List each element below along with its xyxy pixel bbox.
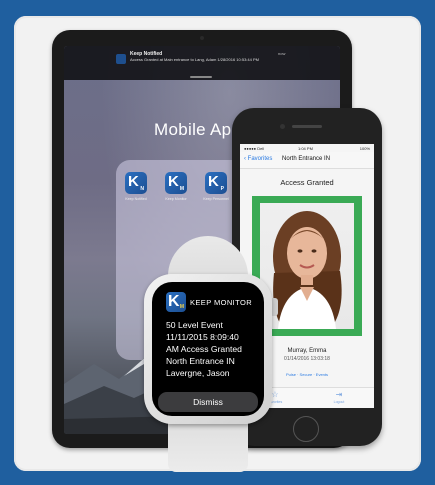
app-label: Keep Notified (125, 197, 147, 201)
notification-time: now (278, 51, 286, 56)
carrier-signal: ●●●●● Dell (244, 146, 265, 151)
watch-screen: KM KEEP MONITOR 50 Level Event 11/11/201… (152, 282, 264, 416)
logout-icon: ⇥ (335, 390, 343, 399)
app-label: Keep Personnel (203, 197, 229, 201)
dismiss-button[interactable]: Dismiss (158, 392, 258, 412)
notification-body: Access Granted at Main entrance to Lang,… (130, 57, 259, 62)
navigation-bar: ‹ Favorites North Entrance IN (240, 152, 374, 169)
tab-label: Logout (333, 400, 345, 404)
watch-message-line: AM Access Granted (166, 344, 242, 354)
keep-notified-icon: KN (125, 172, 147, 194)
watch-message-line: 11/11/2015 8:09:40 (166, 332, 239, 342)
status-time: 1:04 PM (298, 146, 313, 151)
app-keep-notified[interactable]: KN Keep Notified (122, 172, 150, 201)
app-notification-icon (116, 54, 126, 64)
back-button[interactable]: ‹ Favorites (244, 156, 272, 162)
home-button[interactable] (293, 416, 319, 442)
keep-monitor-icon: KM (166, 292, 186, 312)
watch-message-line: 50 Level Event (166, 320, 223, 330)
access-status: Access Granted (280, 178, 334, 187)
notification-handle[interactable] (190, 76, 212, 78)
app-keep-personnel[interactable]: KP Keep Personnel (202, 172, 230, 201)
watch-message-line: North Entrance IN (166, 356, 235, 366)
notification-banner[interactable]: Keep Notified now Access Granted at Main… (64, 46, 340, 80)
nav-title: North Entrance IN (282, 156, 331, 162)
camera-icon (200, 36, 204, 40)
app-keep-monitor[interactable]: KM Keep Monitor (162, 172, 190, 201)
keep-personnel-icon: KP (205, 172, 227, 194)
status-bar: ●●●●● Dell 1:04 PM 100% (240, 144, 374, 152)
speaker-grille (292, 125, 322, 128)
camera-icon (280, 124, 285, 129)
battery-level: 100% (359, 146, 370, 151)
watch-device: KM KEEP MONITOR 50 Level Event 11/11/201… (144, 274, 272, 424)
watch-app-name: KEEP MONITOR (190, 298, 253, 307)
keep-monitor-icon: KM (165, 172, 187, 194)
tab-logout[interactable]: ⇥ Logout (324, 390, 354, 404)
watch-message-line: Lavergne, Jason (166, 368, 230, 378)
app-label: Keep Monitor (165, 197, 187, 201)
